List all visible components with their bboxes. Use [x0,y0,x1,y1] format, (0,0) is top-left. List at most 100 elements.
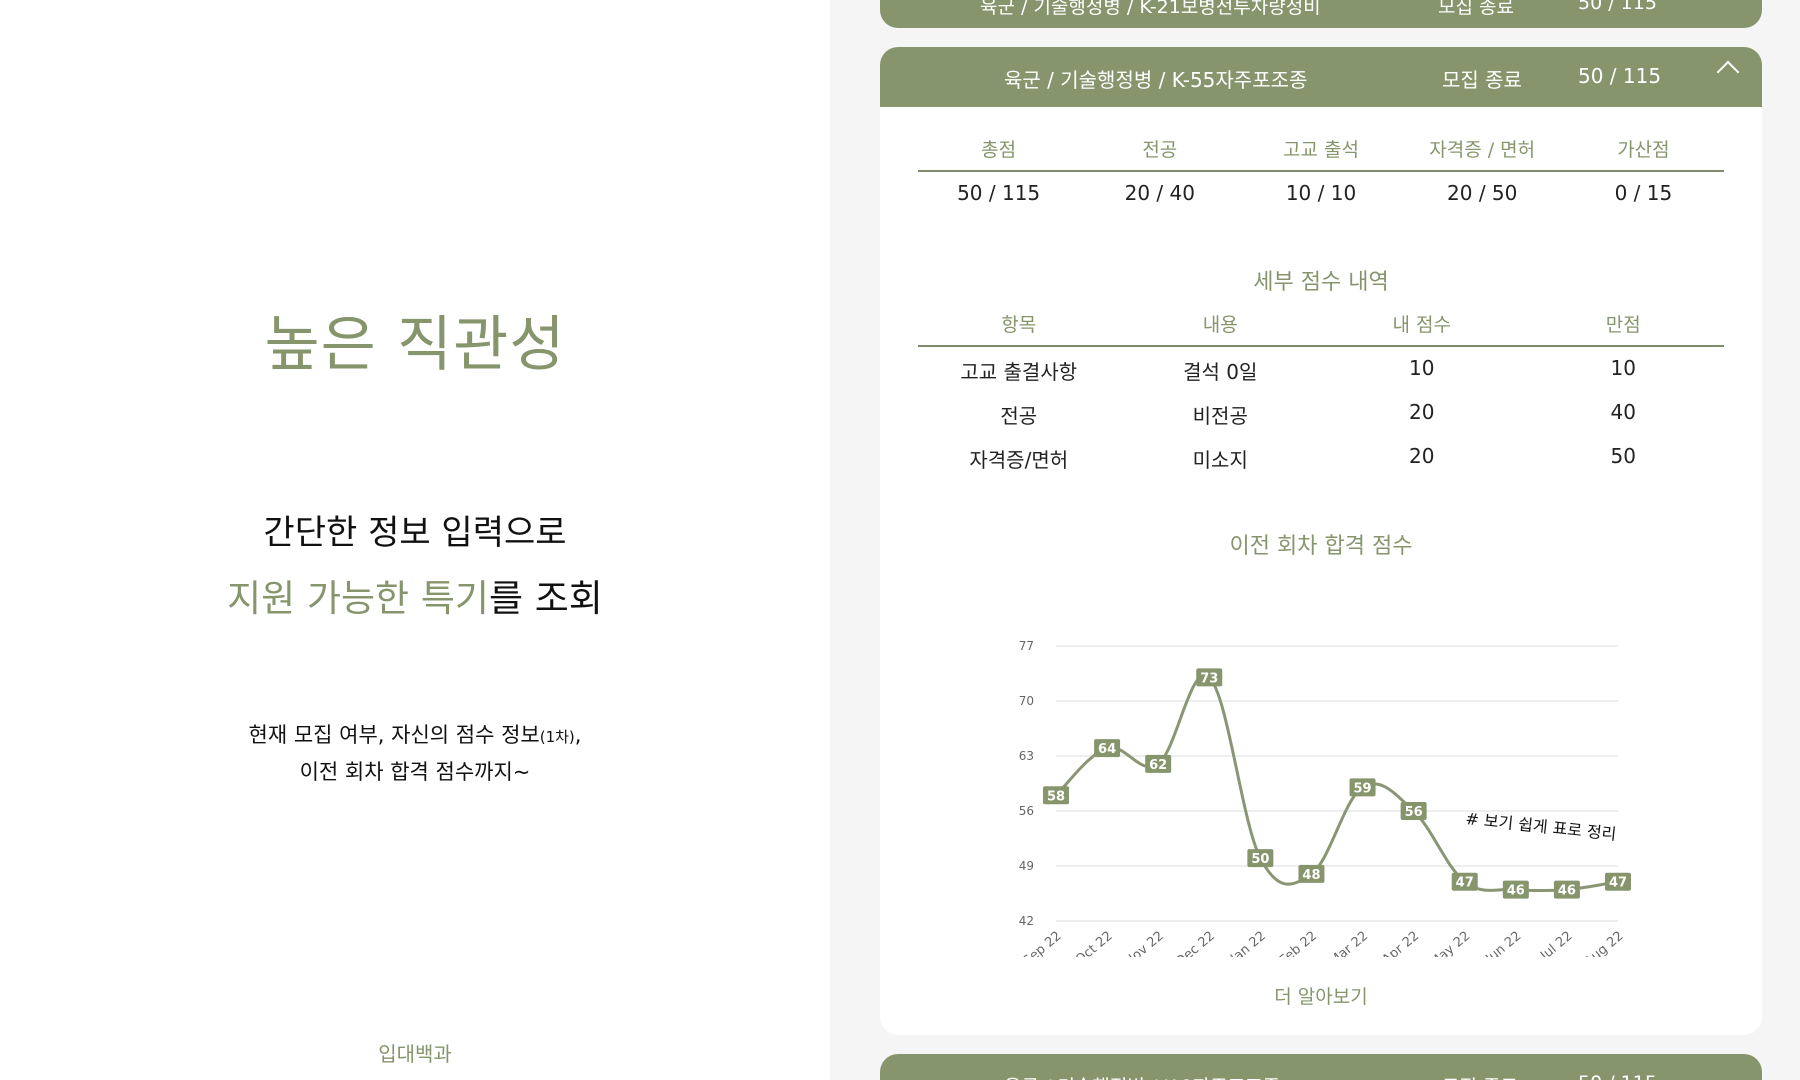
data-point-value: 46 [1558,884,1576,899]
x-tick-label: Nov 22 [1122,929,1167,957]
x-tick-label: Aug 22 [1582,929,1627,957]
summary-value: 20 / 40 [1124,181,1195,205]
x-tick-label: Dec 22 [1173,929,1218,957]
summary-header: 가산점 [1617,139,1670,161]
detail-header: 만점 [1605,314,1641,336]
detail-header-row: 항목 내용 내 점수 만점 [918,310,1724,337]
passing-score-chart: 42 49 56 63 70 77 58 64 62 73 50 48 59 56 47 46 46 47 Se… [1019,639,1631,957]
results-panel: 육군 / 기술행정병 / K-21보병전투차량정비 모집 종료 50 / 115… [830,0,1800,1080]
data-point-value: 62 [1149,758,1167,773]
detail-row: 고교 출결사항 결석 0일 10 10 [918,356,1724,385]
y-tick-label: 42 [1019,914,1034,928]
data-point-value: 64 [1098,742,1116,757]
x-tick-label: Jul 22 [1537,929,1575,957]
data-point-value: 46 [1507,884,1525,899]
x-tick-label: Jun 22 [1483,929,1525,957]
specialty-title: 육군 / 기술행정병 / K-9자주포조종 [1004,1072,1280,1080]
detail-row: 전공 비전공 20 40 [918,400,1724,429]
data-point-value: 47 [1456,876,1474,891]
data-point-value: 56 [1405,805,1423,820]
detail-header: 내 점수 [1392,314,1451,336]
data-point-label: 46 [1502,880,1529,899]
headline: 높은 직관성 [264,310,566,380]
x-tick-label: Feb 22 [1277,929,1320,957]
description: 현재 모집 여부, 자신의 점수 정보(1차), 이전 회차 합격 점수까지~ [0,718,830,790]
data-point-value: 50 [1251,852,1269,867]
summary-header: 자격증 / 면허 [1429,139,1536,161]
y-tick-label: 63 [1019,749,1034,763]
specialty-row-top[interactable]: 육군 / 기술행정병 / K-21보병전투차량정비 모집 종료 50 / 115 [880,0,1762,28]
data-point-label: 59 [1349,778,1376,797]
data-point-label: 62 [1145,754,1172,773]
data-point-label: 64 [1094,739,1121,758]
detail-row: 자격증/면허 미소지 20 50 [918,444,1724,473]
y-tick-label: 56 [1019,804,1034,818]
data-point-value: 47 [1609,876,1627,891]
x-tick-label: May 22 [1427,929,1473,957]
detail-cell: 고교 출결사항 [960,360,1078,384]
data-point-label: 56 [1400,802,1427,820]
summary-value-row: 50 / 115 20 / 40 10 / 10 20 / 50 0 / 15 [918,181,1724,205]
summary-header-row: 총점 전공 고교 출석 자격증 / 면허 가산점 [918,135,1724,162]
data-point-label: 47 [1605,872,1631,891]
description-line-1-small: (1차) [539,728,575,746]
detail-cell: 전공 [1000,404,1038,428]
subtitle-line-2: 지원 가능한 특기를 조회 [0,568,830,622]
description-line-1-main: 현재 모집 여부, 자신의 점수 정보 [248,723,540,747]
summary-header: 고교 출석 [1283,139,1359,161]
summary-value: 20 / 50 [1447,181,1518,205]
y-tick-label: 70 [1019,694,1034,708]
chart-annotation: # 보기 쉽게 표로 정리 [1465,809,1618,844]
data-point-value: 48 [1302,868,1320,883]
detail-cell: 40 [1610,400,1636,424]
description-line-1: 현재 모집 여부, 자신의 점수 정보(1차), [0,718,830,755]
score: 50 / 115 [1578,1072,1657,1080]
data-point-label: 48 [1298,864,1325,883]
data-point-label: 46 [1553,880,1580,899]
detail-cell: 50 [1610,444,1636,468]
specialty-row-bottom[interactable]: 육군 / 기술행정병 / K-9자주포조종 모집 종료 50 / 115 [880,1054,1762,1080]
detail-divider [918,345,1724,347]
x-tick-label: Oct 22 [1073,929,1116,957]
data-point-value: 73 [1200,671,1218,686]
data-point-value: 58 [1047,789,1065,804]
detail-cell: 결석 0일 [1183,360,1258,384]
specialty-card-header[interactable]: 육군 / 기술행정병 / K-55자주포조종 모집 종료 50 / 115 [880,47,1762,107]
summary-header: 총점 [981,139,1017,161]
y-tick-label: 77 [1019,639,1034,653]
subtitle-line-1: 간단한 정보 입력으로 [263,513,567,553]
data-point-label: 47 [1451,872,1478,891]
description-line-2: 이전 회차 합격 점수까지~ [299,760,531,784]
detail-cell: 비전공 [1192,404,1248,428]
summary-value: 0 / 15 [1614,181,1673,205]
summary-header: 전공 [1142,139,1178,161]
chevron-up-icon[interactable] [1716,60,1740,84]
series-line [1054,673,1620,893]
score: 50 / 115 [1578,0,1657,14]
detail-cell: 미소지 [1192,448,1248,472]
brand-name[interactable]: 입대백과 [0,1038,830,1067]
data-point-label: 50 [1247,849,1274,868]
subtitle-rest: 를 조회 [488,577,603,620]
specialty-card-expanded: 육군 / 기술행정병 / K-55자주포조종 모집 종료 50 / 115 총점… [880,47,1762,1035]
detail-cell: 10 [1610,356,1636,380]
detail-header: 항목 [1001,314,1037,336]
detail-cell: 10 [1409,356,1435,380]
summary-value: 50 / 115 [957,181,1041,205]
recruit-status: 모집 종료 [1438,0,1514,18]
detail-section-title: 세부 점수 내역 [1253,270,1389,295]
detail-header: 내용 [1202,314,1238,336]
chart-section-title: 이전 회차 합격 점수 [1229,534,1413,559]
detail-cell: 20 [1409,400,1435,424]
recruit-status: 모집 종료 [1442,68,1522,92]
data-point-label: 58 [1043,786,1069,805]
specialty-title: 육군 / 기술행정병 / K-55자주포조종 [1004,68,1308,92]
specialty-title: 육군 / 기술행정병 / K-21보병전투차량정비 [980,0,1321,18]
learn-more-link[interactable]: 더 알아보기 [880,982,1762,1009]
x-tick-label: Jan 22 [1227,929,1269,957]
intro-panel: 높은 직관성 간단한 정보 입력으로 지원 가능한 특기를 조회 현재 모집 여… [0,0,830,1080]
score: 50 / 115 [1578,64,1662,88]
subtitle-accent: 지원 가능한 특기 [227,577,489,620]
summary-divider [918,170,1724,172]
x-tick-label: Sep 22 [1020,929,1064,957]
